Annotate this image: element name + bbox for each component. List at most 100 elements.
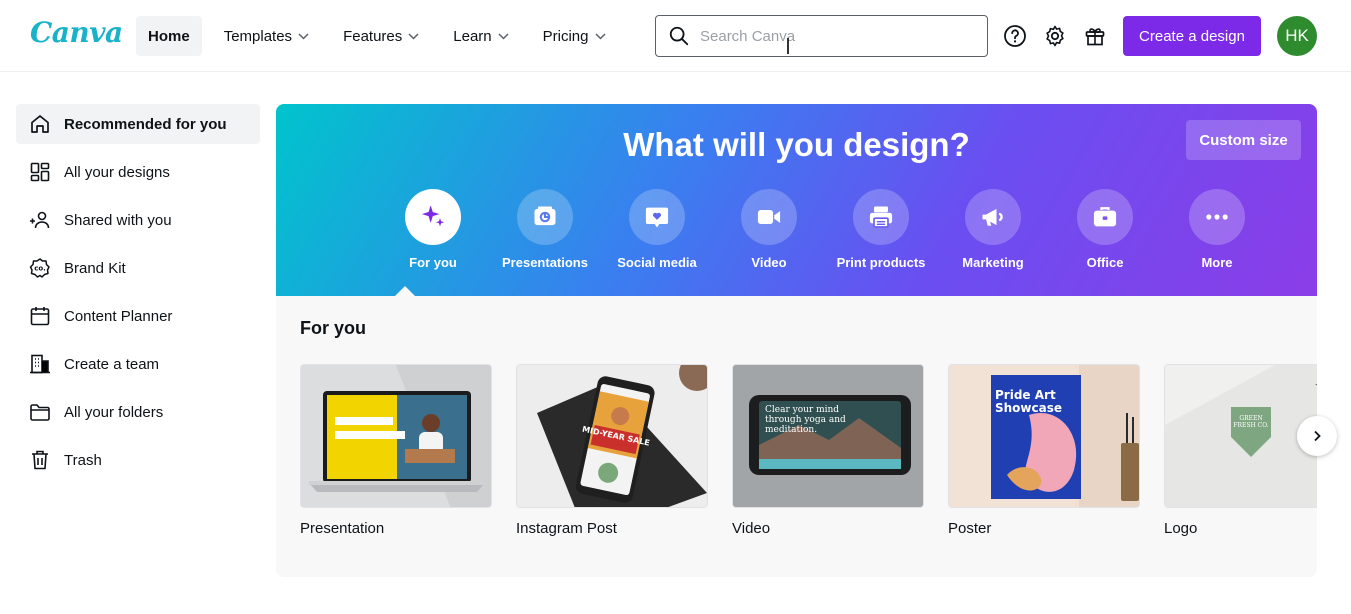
calendar-icon: [30, 307, 50, 326]
category-label: More: [1201, 255, 1233, 270]
nav-home-label: Home: [148, 27, 190, 45]
chevron-right-icon: [1314, 430, 1321, 442]
create-design-button[interactable]: Create a design: [1123, 16, 1261, 56]
presentation-icon: [534, 206, 556, 226]
sidebar-item-trash[interactable]: Trash: [16, 440, 260, 480]
category-label: For you: [409, 255, 457, 270]
category-for-you[interactable]: For you: [377, 189, 489, 270]
carousel-next-button[interactable]: [1297, 416, 1337, 456]
chevron-down-icon: [498, 32, 509, 40]
avatar[interactable]: HK: [1277, 16, 1317, 56]
video-icon: [757, 210, 781, 224]
settings-icon[interactable]: [1043, 24, 1067, 48]
sidebar-item-create-team[interactable]: Create a team: [16, 344, 260, 384]
card-label: Instagram Post: [516, 520, 617, 537]
card-thumbnail: [300, 364, 492, 508]
home-icon: [31, 115, 49, 133]
for-you-section: For you Presentation MID-YEAR SALE Insta…: [276, 296, 1317, 577]
sidebar-item-brand-kit[interactable]: co. Brand Kit: [16, 248, 260, 288]
active-category-pointer: [395, 286, 415, 296]
card-thumbnail: Pride Art Showcase: [948, 364, 1140, 508]
category-office[interactable]: Office: [1049, 189, 1161, 270]
custom-size-button[interactable]: Custom size: [1186, 120, 1301, 160]
category-more[interactable]: More: [1161, 189, 1273, 270]
search-icon: [669, 26, 689, 46]
nav-pricing-label: Pricing: [542, 27, 589, 45]
category-social-media[interactable]: Social media: [601, 189, 713, 270]
trash-icon: [32, 450, 48, 470]
nav-pricing[interactable]: Pricing: [531, 16, 618, 56]
search-input[interactable]: [700, 27, 960, 45]
category-label: Social media: [617, 255, 697, 270]
category-circle: [1189, 189, 1245, 245]
main-nav: Home Templates Features Learn Pricing: [136, 16, 628, 56]
svg-text:co.: co.: [34, 265, 46, 273]
help-icon[interactable]: [1003, 24, 1027, 48]
text-cursor: [787, 38, 789, 54]
grid-icon: [30, 162, 50, 182]
hero-banner: What will you design? Custom size For yo…: [276, 104, 1317, 296]
sidebar-item-label: Content Planner: [64, 307, 173, 325]
card-label: Poster: [948, 520, 992, 537]
nav-templates[interactable]: Templates: [212, 16, 321, 56]
sidebar-item-label: Shared with you: [64, 211, 172, 229]
nav-home[interactable]: Home: [136, 16, 202, 56]
category-marketing[interactable]: Marketing: [937, 189, 1049, 270]
laptop-mockup: [301, 365, 491, 507]
card-instagram-post[interactable]: MID-YEAR SALE Instagram Post: [516, 364, 708, 537]
nav-features[interactable]: Features: [331, 16, 431, 56]
poster-mockup: Pride Art Showcase: [949, 365, 1139, 507]
folder-icon: [30, 404, 50, 421]
people-icon: [30, 211, 50, 229]
sidebar-item-designs[interactable]: All your designs: [16, 152, 260, 192]
card-thumbnail: Clear your mind through yoga and meditat…: [732, 364, 924, 508]
nav-learn[interactable]: Learn: [441, 16, 520, 56]
card-label: Presentation: [300, 520, 385, 537]
card-presentation[interactable]: Presentation: [300, 364, 492, 537]
sidebar-item-label: Brand Kit: [64, 259, 126, 277]
category-video[interactable]: Video: [713, 189, 825, 270]
sidebar-item-content-planner[interactable]: Content Planner: [16, 296, 260, 336]
design-categories: For you Presentations Social media Video…: [377, 189, 1273, 270]
sidebar-item-recommended[interactable]: Recommended for you: [16, 104, 260, 144]
category-circle: [1077, 189, 1133, 245]
thumb-text: GREEN FRESH CO.: [1233, 415, 1269, 429]
category-print-products[interactable]: Print products: [825, 189, 937, 270]
category-circle: [853, 189, 909, 245]
printer-icon: [869, 206, 893, 228]
card-label: Logo: [1164, 520, 1198, 537]
brand-kit-icon: co.: [29, 258, 50, 278]
gift-icon[interactable]: [1083, 24, 1107, 48]
category-label: Video: [751, 255, 787, 270]
chevron-down-icon: [594, 32, 606, 40]
building-icon: [30, 354, 50, 374]
search-box[interactable]: [655, 15, 988, 57]
briefcase-icon: [1093, 207, 1117, 227]
category-label: Marketing: [962, 255, 1024, 270]
nav-learn-label: Learn: [453, 27, 492, 45]
chevron-down-icon: [298, 32, 309, 40]
section-title: For you: [300, 318, 366, 338]
card-video[interactable]: Clear your mind through yoga and meditat…: [732, 364, 924, 537]
heart-icon: [645, 207, 669, 228]
design-type-cards: Presentation MID-YEAR SALE Instagram Pos…: [300, 364, 1317, 537]
logo-mockup: GREEN FRESH CO.: [1165, 365, 1317, 507]
category-presentations[interactable]: Presentations: [489, 189, 601, 270]
sidebar-item-label: Trash: [64, 451, 102, 469]
sidebar-item-folders[interactable]: All your folders: [16, 392, 260, 432]
category-label: Office: [1086, 255, 1124, 270]
card-logo[interactable]: GREEN FRESH CO. Logo: [1164, 364, 1317, 537]
nav-templates-label: Templates: [223, 27, 293, 45]
hero-title: What will you design?: [623, 126, 970, 163]
card-poster[interactable]: Pride Art Showcase Poster: [948, 364, 1140, 537]
canva-logo[interactable]: Canva: [30, 16, 123, 49]
chevron-down-icon: [408, 32, 419, 40]
sidebar-item-shared[interactable]: Shared with you: [16, 200, 260, 240]
card-thumbnail: GREEN FRESH CO.: [1164, 364, 1317, 508]
phone-mockup: MID-YEAR SALE: [517, 365, 707, 507]
category-circle: [517, 189, 573, 245]
more-icon: [1206, 214, 1228, 220]
tablet-mockup: Clear your mind through yoga and meditat…: [733, 365, 923, 507]
sidebar-item-label: Create a team: [64, 355, 160, 373]
category-label: Presentations: [502, 255, 588, 270]
